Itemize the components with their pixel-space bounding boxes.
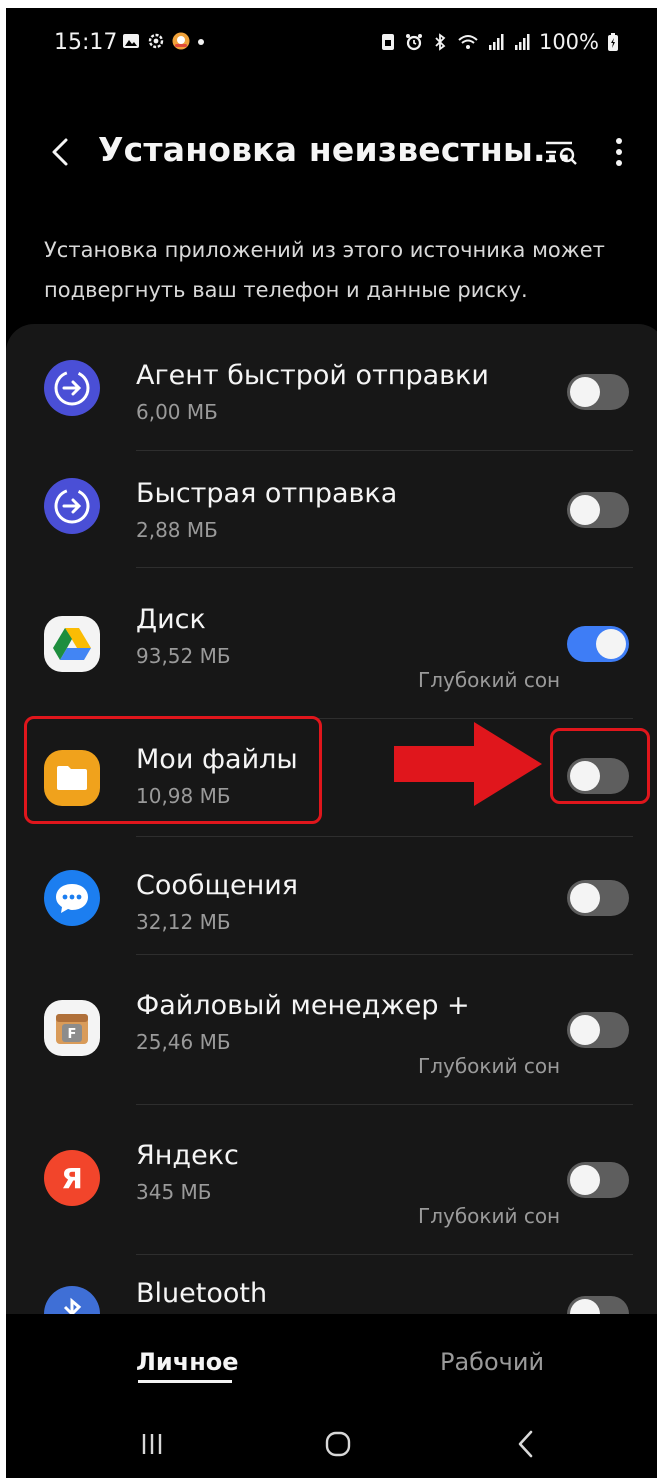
app-row-messages[interactable]: Сообщения 32,12 МБ [6,840,657,952]
yandex-icon: Я [44,1150,100,1206]
app-note: Глубокий сон [418,1054,561,1078]
status-bar: 15:17 100% [6,8,657,80]
app-note: Глубокий сон [418,668,561,692]
app-name: Bluetooth [136,1278,268,1309]
app-name: Быстрая отправка [136,478,398,509]
svg-text:Я: Я [61,1162,83,1195]
battery-percent: 100% [538,30,599,54]
app-name: Агент быстрой отправки [136,360,489,391]
settings-icon [148,33,164,49]
page-title: Установка неизвестны... [98,130,572,169]
app-row-quick-share-agent[interactable]: Агент быстрой отправки 6,00 МБ [6,344,657,448]
app-row-file-manager[interactable]: F Файловый менеджер + 25,46 МБ Глубокий … [6,958,657,1104]
app-size: 2,88 МБ [136,518,218,542]
app-row-drive[interactable]: Диск 93,52 МБ Глубокий сон [6,570,657,716]
file-manager-icon: F [44,1000,100,1056]
profile-tabs: Личное Рабочий [6,1314,657,1404]
toggle-switch[interactable] [567,492,629,528]
red-arrow-icon [394,722,542,806]
system-navbar [6,1404,657,1478]
battery-charging-icon [608,33,618,51]
home-icon[interactable] [318,1424,358,1464]
quick-share-icon [44,478,100,534]
app-header: Установка неизвестны... [6,118,657,188]
toggle-switch[interactable] [567,626,629,662]
app-size: 25,46 МБ [136,1030,231,1054]
more-vertical-icon[interactable] [604,132,634,172]
toggle-switch[interactable] [567,374,629,410]
highlight-box-toggle [550,728,650,804]
toggle-switch[interactable] [567,880,629,916]
google-drive-icon [44,616,100,672]
app-note: Глубокий сон [418,1204,561,1228]
tab-personal[interactable]: Личное [136,1348,239,1376]
app-row-yandex[interactable]: Я Яндекс 345 МБ Глубокий сон [6,1108,657,1254]
app-badge-icon [172,32,190,50]
search-list-icon[interactable] [542,134,580,172]
apps-list: Агент быстрой отправки 6,00 МБ Быстрая о… [6,324,657,1324]
signal-icon [514,34,530,50]
divider [136,450,633,451]
app-row-quick-share[interactable]: Быстрая отправка 2,88 МБ [6,454,657,566]
svg-text:F: F [68,1027,77,1042]
gallery-icon [123,34,139,48]
app-size: 6,00 МБ [136,400,218,424]
back-icon[interactable] [506,1424,546,1464]
dot-icon [198,39,204,45]
wifi-icon [458,35,478,49]
divider [136,567,633,568]
alarm-icon [405,34,422,51]
divider [136,1104,633,1105]
bluetooth-icon [435,33,446,51]
tab-active-indicator [138,1380,232,1383]
status-time: 15:17 [54,30,118,55]
app-size: 93,52 МБ [136,644,231,668]
signal-icon [488,34,504,50]
quick-share-icon [44,360,100,416]
recents-icon[interactable] [132,1424,172,1464]
app-name: Файловый менеджер + [136,990,470,1021]
app-name: Сообщения [136,870,299,901]
chevron-left-icon[interactable] [40,132,80,172]
messages-icon [44,870,100,926]
divider [136,1254,633,1255]
divider [136,836,633,837]
toggle-switch[interactable] [567,1162,629,1198]
phone-screen: 15:17 100% Установка неизвестны... Устан… [6,8,657,1478]
app-name: Яндекс [136,1140,239,1171]
sim-icon [381,34,394,50]
tab-work[interactable]: Рабочий [440,1348,544,1376]
divider [136,954,633,955]
app-name: Диск [136,604,206,635]
highlight-box-app [24,716,322,824]
warning-text: Установка приложений из этого источника … [44,238,605,302]
toggle-switch[interactable] [567,1012,629,1048]
app-size: 32,12 МБ [136,910,231,934]
app-size: 345 МБ [136,1180,212,1204]
